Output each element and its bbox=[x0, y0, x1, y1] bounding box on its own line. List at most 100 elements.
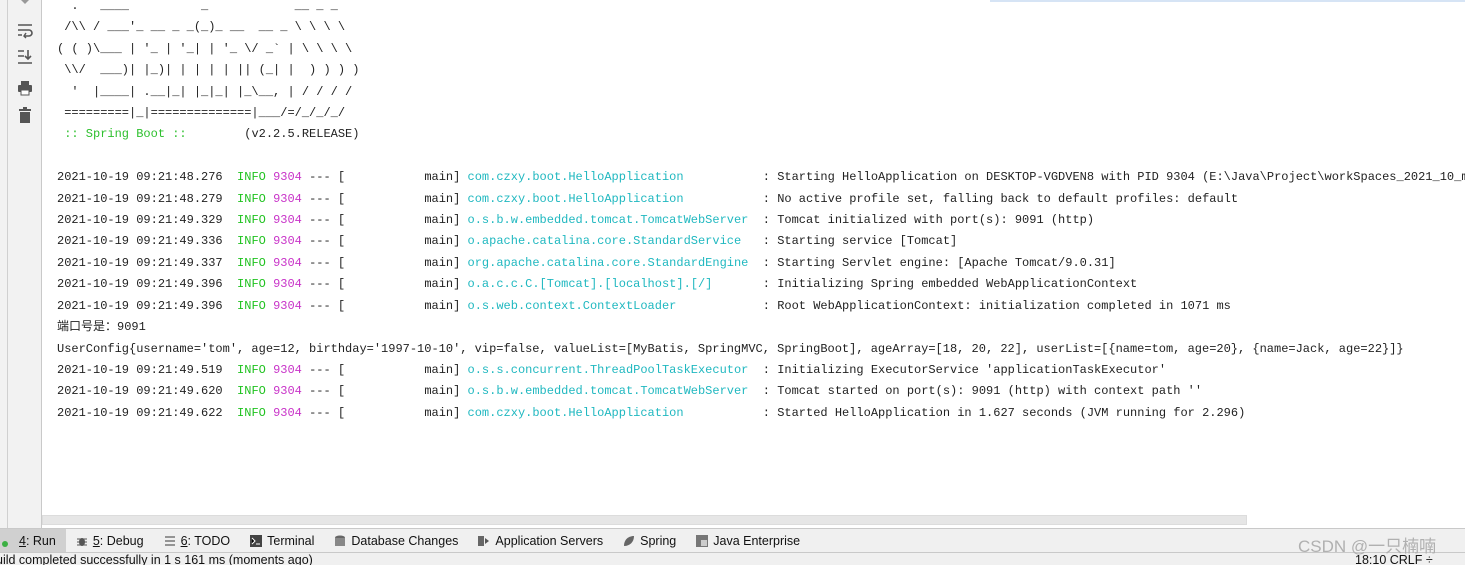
log-pid: 9304 bbox=[273, 277, 302, 292]
log-thread: main bbox=[424, 234, 454, 249]
log-thread: main bbox=[424, 191, 454, 206]
log-logger: org.apache.catalina.core.StandardEngine bbox=[467, 255, 749, 270]
java-enterprise-icon bbox=[696, 535, 709, 547]
log-level: INFO bbox=[237, 362, 266, 377]
watermark: CSDN @一只楠喃 bbox=[1298, 537, 1437, 556]
spring-leaf-icon bbox=[623, 535, 635, 547]
log-pid: 9304 bbox=[273, 298, 302, 313]
log-message: Root WebApplicationContext: initializati… bbox=[777, 298, 1231, 313]
list-icon bbox=[164, 535, 176, 547]
log-thread: main bbox=[424, 277, 454, 292]
log-thread: main bbox=[424, 213, 454, 228]
tab-label-text: : Debug bbox=[99, 534, 144, 548]
console-text: . ____ _ __ _ _ /\\ / ___'_ __ _ _(_)_ _… bbox=[57, 0, 1465, 424]
console-toolbar bbox=[8, 0, 42, 528]
log-logger: com.czxy.boot.HelloApplication bbox=[467, 405, 684, 420]
server-icon bbox=[478, 535, 490, 547]
banner-line: . ____ _ __ _ _ bbox=[57, 0, 338, 13]
tab-application-servers[interactable]: Application Servers bbox=[468, 529, 613, 553]
tab-database-changes[interactable]: Database Changes bbox=[324, 529, 468, 553]
status-bar: uild completed successfully in 1 s 161 m… bbox=[0, 552, 1465, 565]
log-level: INFO bbox=[237, 234, 266, 249]
left-edge-panel bbox=[0, 0, 8, 528]
log-logger: o.apache.catalina.core.StandardService bbox=[467, 234, 742, 249]
log-level: INFO bbox=[237, 405, 266, 420]
tab-shortcut-key: 4 bbox=[19, 534, 26, 548]
log-timestamp: 2021-10-19 09:21:49.396 bbox=[57, 277, 223, 292]
log-timestamp: 2021-10-19 09:21:48.279 bbox=[57, 191, 223, 206]
log-message: Initializing ExecutorService 'applicatio… bbox=[777, 362, 1167, 377]
log-logger: com.czxy.boot.HelloApplication bbox=[467, 170, 684, 185]
tab-label: 6: TODO bbox=[181, 534, 231, 548]
tab-label-text: : TODO bbox=[187, 534, 231, 548]
log-message: Tomcat started on port(s): 9091 (http) w… bbox=[777, 384, 1203, 399]
tab-shortcut-key: 6 bbox=[180, 534, 188, 548]
log-thread: main bbox=[424, 170, 454, 185]
log-thread: main bbox=[424, 405, 454, 420]
log-level: INFO bbox=[237, 277, 266, 292]
tab-run[interactable]: 4: Run bbox=[0, 529, 66, 553]
log-pid: 9304 bbox=[273, 405, 302, 420]
log-message: Started HelloApplication in 1.627 second… bbox=[777, 405, 1246, 420]
log-logger: o.a.c.c.C.[Tomcat].[localhost].[/] bbox=[467, 277, 713, 292]
log-pid: 9304 bbox=[273, 191, 302, 206]
log-message: Tomcat initialized with port(s): 9091 (h… bbox=[777, 213, 1095, 228]
log-pid: 9304 bbox=[273, 255, 302, 270]
horizontal-scrollbar[interactable] bbox=[42, 515, 1247, 525]
tab-label: 4: Run bbox=[19, 534, 56, 548]
scroll-to-end-icon[interactable] bbox=[16, 47, 34, 65]
log-message: No active profile set, falling back to d… bbox=[777, 191, 1239, 206]
tab-label-text: Application Servers bbox=[495, 534, 604, 548]
status-message: uild completed successfully in 1 s 161 m… bbox=[0, 553, 313, 565]
tab-debug[interactable]: 5: Debug bbox=[66, 529, 154, 553]
log-message: Initializing Spring embedded WebApplicat… bbox=[777, 277, 1138, 292]
tab-label: Application Servers bbox=[495, 534, 603, 548]
log-thread: main bbox=[424, 384, 454, 399]
log-pid: 9304 bbox=[273, 170, 302, 185]
log-timestamp: 2021-10-19 09:21:48.276 bbox=[57, 170, 223, 185]
banner-line: \\/ ___)| |_)| | | | | || (_| | ) ) ) ) bbox=[57, 63, 360, 78]
banner-line: =========|_|==============|___/=/_/_/_/ bbox=[57, 106, 346, 121]
trash-icon[interactable] bbox=[16, 106, 34, 124]
log-message: Starting Servlet engine: [Apache Tomcat/… bbox=[777, 255, 1116, 270]
tab-spring[interactable]: Spring bbox=[613, 529, 686, 553]
log-thread: main bbox=[424, 298, 454, 313]
tab-label-text: Spring bbox=[640, 534, 677, 548]
tab-label-text: Database Changes bbox=[351, 534, 459, 548]
log-level: INFO bbox=[237, 170, 266, 185]
terminal-icon bbox=[250, 535, 263, 547]
log-logger: o.s.web.context.ContextLoader bbox=[467, 298, 677, 313]
log-logger: com.czxy.boot.HelloApplication bbox=[467, 191, 684, 206]
log-level: INFO bbox=[237, 384, 266, 399]
banner-line: ' |____| .__|_| |_|_| |_\__, | / / / / bbox=[57, 84, 353, 99]
console-output[interactable]: . ____ _ __ _ _ /\\ / ___'_ __ _ _(_)_ _… bbox=[42, 0, 1465, 518]
tab-label: Java Enterprise bbox=[713, 534, 800, 548]
log-thread: main bbox=[424, 255, 454, 270]
log-level: INFO bbox=[237, 298, 266, 313]
log-timestamp: 2021-10-19 09:21:49.396 bbox=[57, 298, 223, 313]
soft-wrap-icon[interactable] bbox=[16, 21, 34, 39]
top-highlight-line bbox=[990, 0, 1465, 2]
tab-label: Terminal bbox=[267, 534, 314, 548]
settings-icon[interactable] bbox=[16, 0, 34, 9]
log-thread: main bbox=[424, 362, 454, 377]
log-plain-line: 端口号是：9091 bbox=[57, 320, 146, 335]
tab-label-text: : Run bbox=[25, 534, 56, 548]
tab-todo[interactable]: 6: TODO bbox=[154, 529, 241, 553]
log-timestamp: 2021-10-19 09:21:49.622 bbox=[57, 405, 223, 420]
database-icon bbox=[334, 535, 346, 547]
tab-java-enterprise[interactable]: Java Enterprise bbox=[686, 529, 810, 553]
run-icon bbox=[2, 535, 14, 547]
tab-terminal[interactable]: Terminal bbox=[240, 529, 324, 553]
log-timestamp: 2021-10-19 09:21:49.336 bbox=[57, 234, 223, 249]
print-icon[interactable] bbox=[16, 79, 34, 97]
log-timestamp: 2021-10-19 09:21:49.329 bbox=[57, 213, 223, 228]
banner-line: /\\ / ___'_ __ _ _(_)_ __ __ _ \ \ \ \ bbox=[57, 20, 346, 35]
banner-line: ( ( )\___ | '_ | '_| | '_ \/ _` | \ \ \ … bbox=[57, 41, 353, 56]
log-pid: 9304 bbox=[273, 213, 302, 228]
bug-icon bbox=[76, 535, 88, 547]
log-timestamp: 2021-10-19 09:21:49.337 bbox=[57, 255, 223, 270]
log-message: Starting service [Tomcat] bbox=[777, 234, 958, 249]
log-message: Starting HelloApplication on DESKTOP-VGD… bbox=[777, 170, 1465, 185]
log-pid: 9304 bbox=[273, 234, 302, 249]
